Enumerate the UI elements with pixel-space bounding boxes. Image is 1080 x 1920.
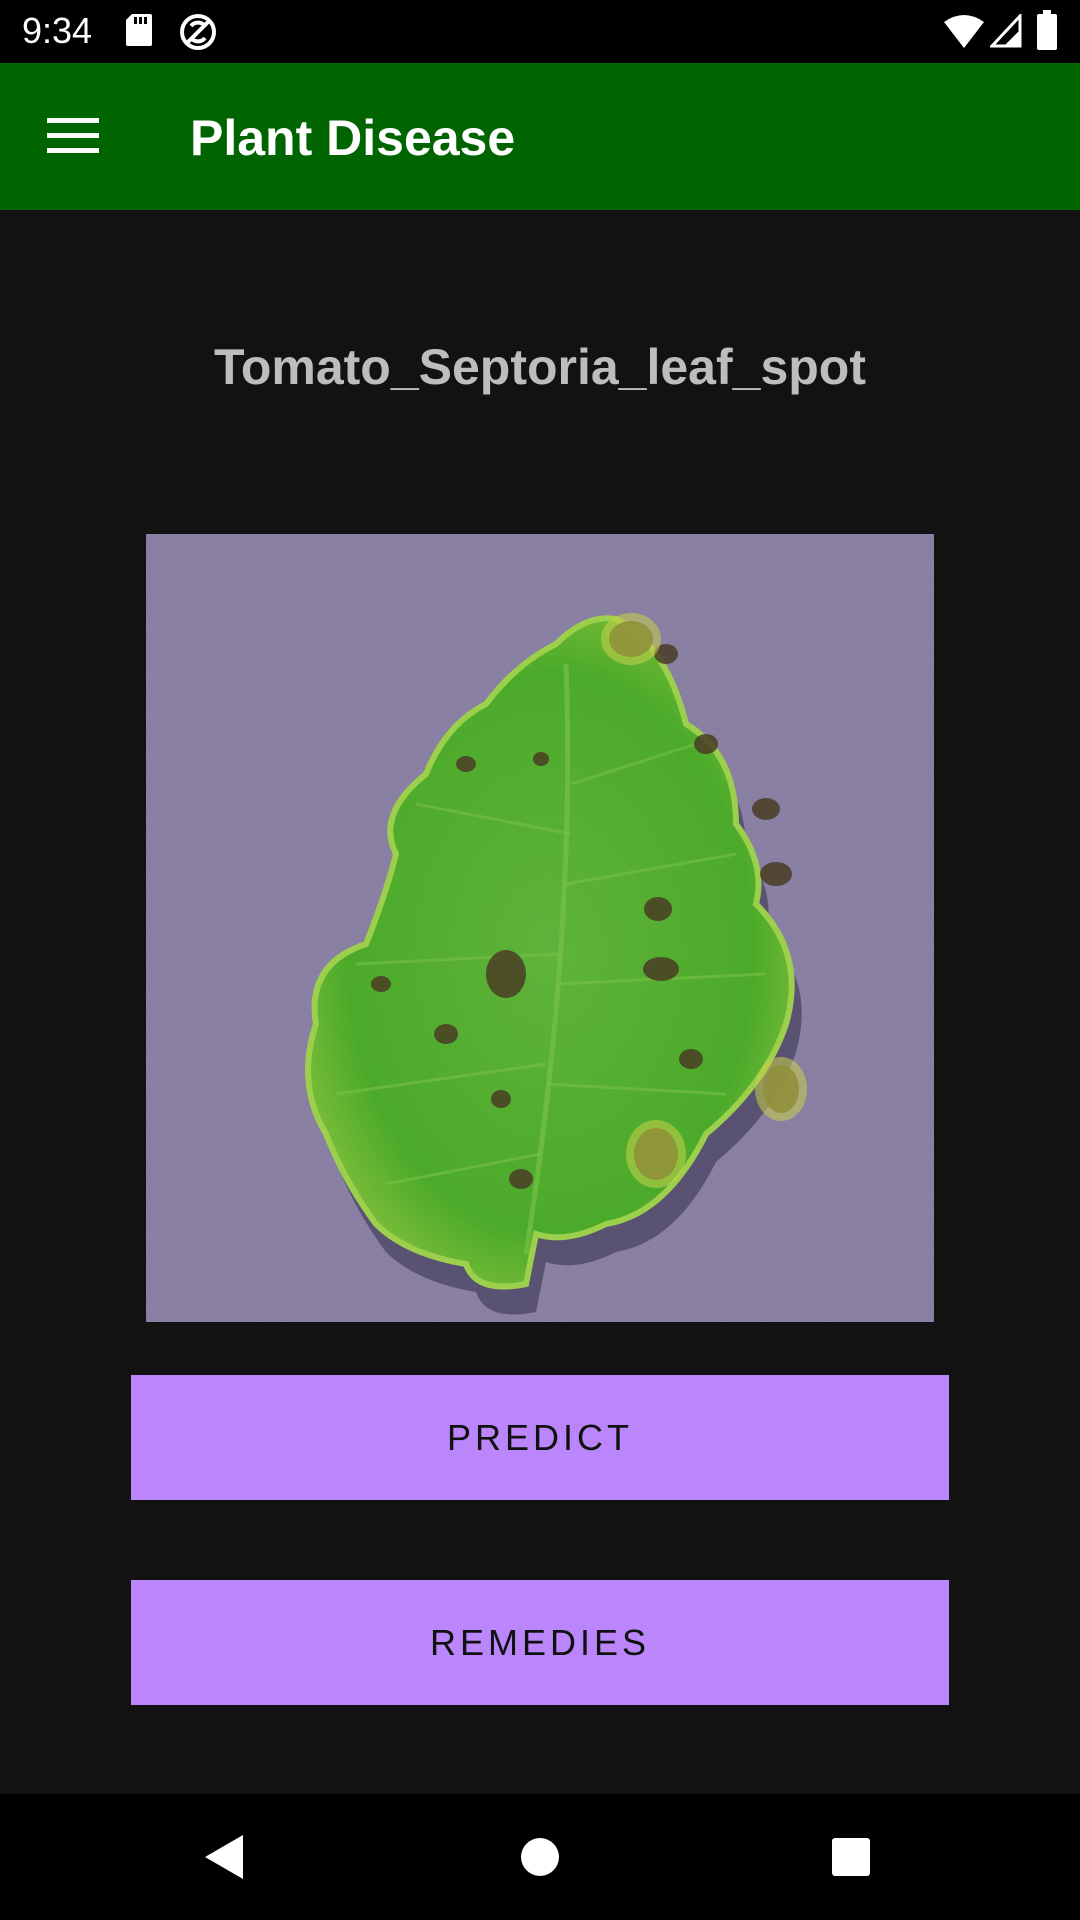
recents-icon[interactable] [818,1824,884,1890]
leaf-image [146,534,934,1322]
navigation-bar [0,1794,1080,1920]
disease-name: Tomato_Septoria_leaf_spot [213,339,866,395]
app-bar: Plant Disease [0,63,1080,210]
wifi-icon [944,15,984,48]
signal-icon [990,14,1022,48]
battery-icon [1037,10,1057,50]
home-icon[interactable] [507,1824,573,1890]
status-time: 9:34 [22,10,93,51]
status-bar: 9:34 [0,0,1080,63]
back-icon[interactable] [192,1824,258,1890]
sync-icon [180,14,216,50]
hamburger-menu-icon[interactable] [40,103,106,169]
remedies-button[interactable]: REMEDIES [131,1580,949,1705]
predict-button[interactable]: PREDICT [131,1375,949,1500]
sd-card-icon [126,14,152,46]
app-title: Plant Disease [190,110,516,166]
